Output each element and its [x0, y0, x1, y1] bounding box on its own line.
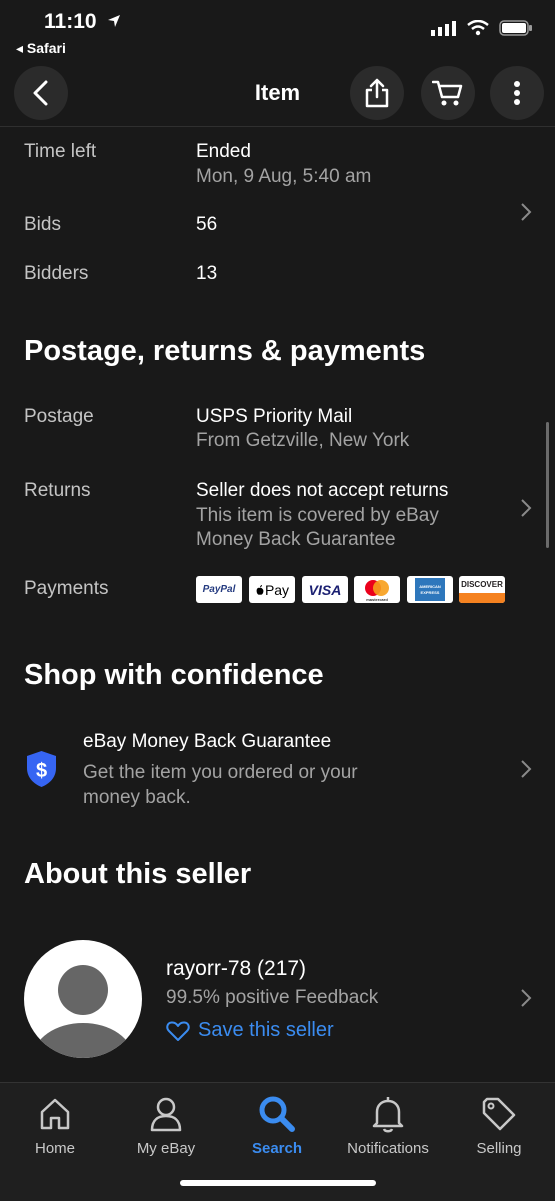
payments-label: Payments [24, 578, 109, 599]
battery-icon [499, 20, 532, 36]
nav-divider [0, 126, 555, 127]
tab-selling[interactable]: Selling [444, 1094, 554, 1157]
tab-home-label: Home [34, 1140, 75, 1157]
status-time: 11:10 [44, 10, 97, 33]
tag-icon [482, 1097, 516, 1131]
save-seller-button[interactable]: Save this seller [166, 1019, 334, 1042]
tab-notifications-label: Notifications [347, 1140, 429, 1157]
mastercard-wordmark: mastercard [366, 597, 388, 602]
guarantee-description-line2: money back. [83, 787, 191, 808]
apple-pay-logo: Pay [249, 576, 295, 603]
guarantee-description-line1: Get the item you ordered or your [83, 762, 358, 783]
amex-icon: AMERICAN EXPRESS [415, 578, 445, 601]
bids-label: Bids [24, 214, 61, 235]
time-left-label: Time left [24, 141, 97, 162]
bell-icon [372, 1097, 404, 1133]
bidders-label: Bidders [24, 263, 89, 284]
discover-logo: DISCOVER [459, 576, 505, 603]
location-arrow-icon [108, 15, 120, 27]
seller-feedback: 99.5% positive Feedback [166, 987, 379, 1008]
seller-section-heading: About this seller [24, 858, 252, 890]
save-seller-label: Save this seller [198, 1019, 334, 1041]
end-date: Mon, 9 Aug, 5:40 am [196, 166, 372, 187]
cellular-signal-icon [431, 21, 456, 36]
amex-wordmark: AMERICAN [419, 584, 441, 589]
tab-my-ebay[interactable]: My eBay [111, 1094, 221, 1157]
tab-selling-label: Selling [476, 1140, 522, 1157]
cart-button[interactable] [421, 66, 475, 120]
back-to-safari[interactable]: ◂ Safari [16, 40, 66, 57]
tab-my-ebay-label: My eBay [136, 1140, 196, 1157]
share-icon [365, 78, 389, 108]
bids-value: 56 [196, 214, 218, 235]
more-vertical-icon [514, 81, 520, 105]
returns-coverage-line1: This item is covered by eBay [196, 505, 439, 526]
svg-text:$: $ [36, 760, 47, 782]
chevron-right-icon [521, 203, 532, 221]
heart-icon [166, 1020, 190, 1041]
cart-icon [432, 80, 463, 106]
postage-section-heading: Postage, returns & payments [24, 335, 426, 367]
seller-name: rayorr-78 (217) [166, 957, 307, 980]
tab-home[interactable]: Home [0, 1094, 110, 1157]
visa-logo: VISA [302, 576, 348, 603]
tab-search-label: Search [251, 1140, 303, 1157]
postage-from: From Getzville, New York [196, 430, 410, 451]
mastercard-logo: mastercard [354, 576, 400, 603]
chevron-right-icon [521, 760, 532, 778]
guarantee-title: eBay Money Back Guarantee [83, 731, 332, 752]
status-icons [431, 20, 533, 36]
time-left-value: Ended [196, 141, 251, 162]
discover-band [459, 593, 505, 603]
returns-coverage-line2: Money Back Guarantee [196, 529, 396, 550]
paypal-logo: PayPal [196, 576, 242, 603]
wifi-icon [467, 20, 489, 36]
returns-value: Seller does not accept returns [196, 480, 449, 501]
scrollbar[interactable] [546, 422, 549, 548]
postage-label: Postage [24, 406, 94, 427]
chevron-right-icon [521, 499, 532, 517]
tab-search[interactable]: Search [222, 1094, 332, 1157]
amex-logo: AMERICAN EXPRESS [407, 576, 453, 603]
user-icon [150, 1097, 182, 1132]
apple-icon [256, 584, 264, 595]
amex-wordmark-2: EXPRESS [421, 590, 440, 595]
shield-dollar-icon: $ [27, 751, 56, 787]
user-placeholder-icon [33, 965, 133, 1058]
share-button[interactable] [350, 66, 404, 120]
seller-avatar [24, 940, 142, 1058]
chevron-right-icon [521, 989, 532, 1007]
more-options-button[interactable] [490, 66, 544, 120]
returns-label: Returns [24, 480, 91, 501]
home-icon [40, 1098, 70, 1130]
home-indicator [180, 1180, 376, 1186]
bidders-value: 13 [196, 263, 218, 284]
tab-notifications[interactable]: Notifications [333, 1094, 443, 1157]
confidence-section-heading: Shop with confidence [24, 659, 324, 691]
search-icon [259, 1096, 295, 1132]
mastercard-icon: mastercard [365, 579, 389, 602]
postage-value: USPS Priority Mail [196, 406, 353, 427]
